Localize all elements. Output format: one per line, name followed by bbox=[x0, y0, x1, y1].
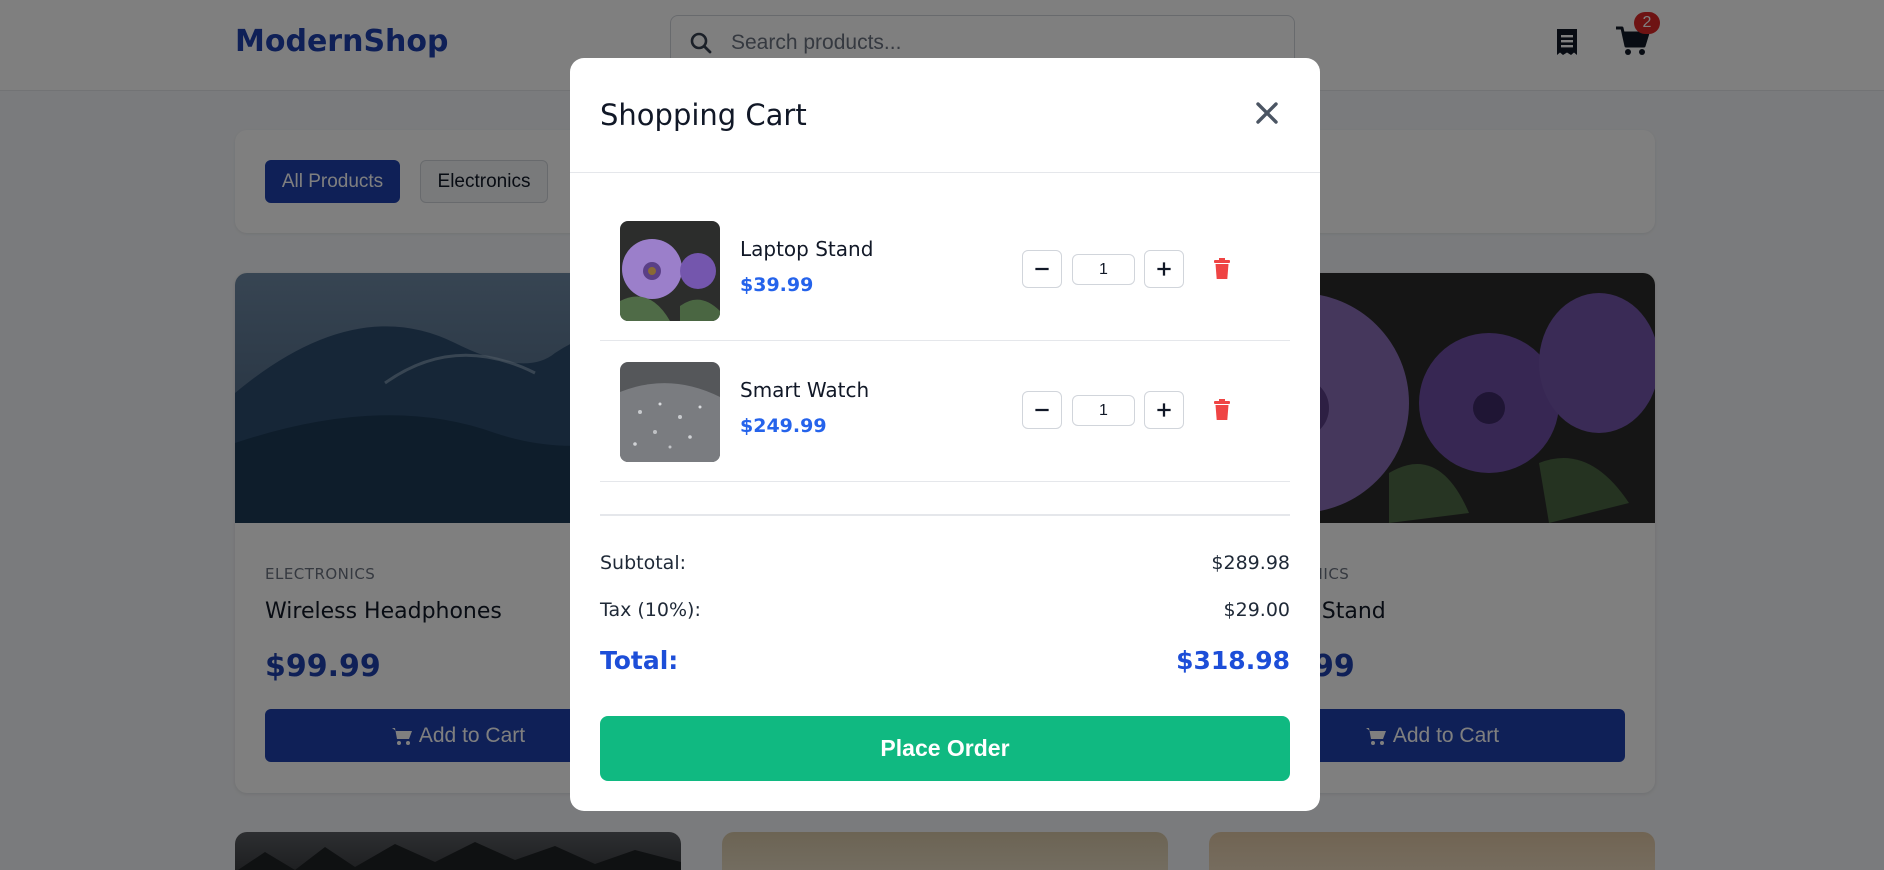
modal-header: Shopping Cart bbox=[570, 58, 1320, 173]
subtotal-row: Subtotal: $289.98 bbox=[600, 552, 1290, 574]
cart-item-price: $249.99 bbox=[740, 415, 827, 437]
trash-icon[interactable] bbox=[1213, 399, 1231, 421]
cart-item-price: $39.99 bbox=[740, 274, 814, 296]
cart-item-name: Laptop Stand bbox=[740, 237, 874, 261]
total-row: Total: $318.98 bbox=[600, 646, 1290, 675]
tax-label: Tax (10%): bbox=[600, 599, 701, 621]
subtotal-value: $289.98 bbox=[1211, 552, 1290, 574]
shopping-cart-modal: Shopping Cart Laptop Stand $39.99 1 Smar… bbox=[570, 58, 1320, 811]
tax-row: Tax (10%): $29.00 bbox=[600, 599, 1290, 621]
place-order-button[interactable]: Place Order bbox=[600, 716, 1290, 781]
tax-value: $29.00 bbox=[1223, 599, 1290, 621]
quantity-input[interactable] bbox=[1072, 395, 1135, 426]
cart-item-thumbnail bbox=[620, 362, 720, 462]
quantity-input[interactable] bbox=[1072, 254, 1135, 285]
subtotal-label: Subtotal: bbox=[600, 552, 687, 574]
cart-item: Smart Watch $249.99 bbox=[600, 341, 1290, 482]
cart-item-name: Smart Watch bbox=[740, 378, 870, 402]
increase-quantity-button[interactable] bbox=[1144, 250, 1184, 288]
cart-item: Laptop Stand $39.99 bbox=[600, 200, 1290, 341]
total-label: Total: bbox=[600, 646, 679, 675]
decrease-quantity-button[interactable] bbox=[1022, 250, 1062, 288]
modal-title: Shopping Cart bbox=[600, 98, 807, 132]
trash-icon[interactable] bbox=[1213, 258, 1231, 280]
close-icon[interactable] bbox=[1252, 98, 1282, 128]
totals-divider bbox=[600, 514, 1290, 516]
total-value: $318.98 bbox=[1176, 646, 1290, 675]
decrease-quantity-button[interactable] bbox=[1022, 391, 1062, 429]
increase-quantity-button[interactable] bbox=[1144, 391, 1184, 429]
cart-item-thumbnail bbox=[620, 221, 720, 321]
